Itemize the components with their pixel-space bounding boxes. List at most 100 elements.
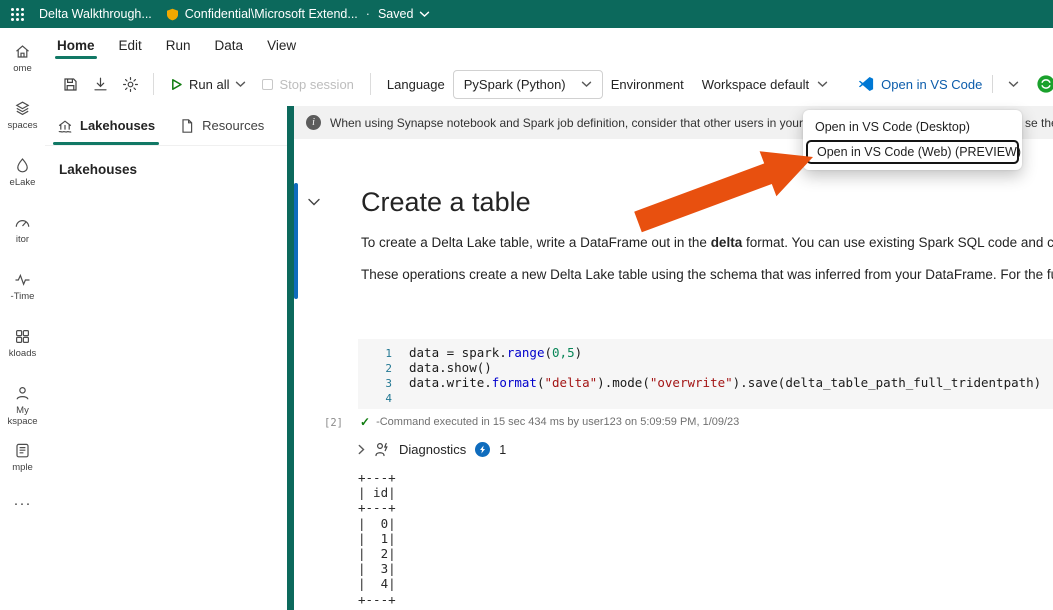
markdown-heading: Create a table bbox=[361, 187, 531, 217]
diagnostics-icon bbox=[375, 442, 388, 457]
code-token: data.show() bbox=[409, 360, 492, 375]
tab-resources-label: Resources bbox=[202, 118, 265, 133]
chevron-down-icon bbox=[420, 11, 430, 17]
menu-tab-data[interactable]: Data bbox=[203, 31, 256, 62]
code-line: 3 data.write.format("delta").mode("overwr… bbox=[358, 375, 1053, 390]
menu-tab-home[interactable]: Home bbox=[45, 31, 107, 62]
notebook-title[interactable]: Delta Walkthrough... bbox=[39, 7, 152, 21]
save-button[interactable] bbox=[55, 69, 85, 99]
environment-select[interactable]: Workspace default bbox=[692, 77, 838, 92]
diagnostics-count: 1 bbox=[499, 442, 507, 457]
monitor-gauge-icon bbox=[15, 220, 30, 227]
panel-heading: Lakehouses bbox=[59, 162, 138, 177]
open-in-vscode-label: Open in VS Code bbox=[881, 76, 983, 92]
sensitivity-label-text[interactable]: Confidential\Microsoft Extend... bbox=[185, 7, 358, 21]
sidebar-item-home[interactable]: ome bbox=[0, 38, 45, 95]
sidebar-item-monitor[interactable]: itor bbox=[0, 209, 45, 266]
execution-status-row: [2] ✓ -Command executed in 15 sec 434 ms… bbox=[294, 415, 1053, 431]
sidebar-item-more[interactable]: ··· bbox=[0, 494, 45, 551]
markdown-paragraph: These operations create a new Delta Lake… bbox=[361, 267, 1053, 282]
line-number: 4 bbox=[385, 392, 392, 405]
sidebar-item-label: kloads bbox=[8, 348, 37, 359]
stop-session-button[interactable]: Stop session bbox=[254, 69, 361, 99]
sidebar-item-onelake[interactable]: eLake bbox=[0, 152, 45, 209]
menu-tab-view[interactable]: View bbox=[255, 31, 308, 62]
vscode-dropdown-toggle[interactable] bbox=[1003, 77, 1024, 92]
sidebar-item-workloads[interactable]: kloads bbox=[0, 323, 45, 380]
chevron-down-icon bbox=[1009, 81, 1019, 87]
line-number: 2 bbox=[385, 362, 392, 375]
notebook-toolbar: Run all Stop session Language PySpark (P… bbox=[45, 62, 1053, 106]
tab-lakehouses-label: Lakehouses bbox=[80, 118, 156, 133]
code-line: 1 data = spark.range(0,5) bbox=[358, 345, 1053, 360]
home-icon bbox=[16, 45, 29, 58]
toolbar-divider bbox=[369, 73, 371, 95]
language-value: PySpark (Python) bbox=[463, 76, 566, 92]
sidebar-item-label: spaces bbox=[7, 120, 38, 131]
separator-dot: · bbox=[365, 7, 370, 21]
run-all-button[interactable]: Run all bbox=[162, 69, 254, 99]
code-token: data.write. bbox=[409, 375, 492, 390]
export-button[interactable] bbox=[85, 69, 115, 99]
diagnostics-row[interactable]: Diagnostics 1 bbox=[358, 442, 1053, 457]
chevron-down-icon bbox=[236, 81, 246, 87]
paragraph-text: format. You can use existing Spark SQL c… bbox=[742, 235, 1053, 250]
download-icon bbox=[93, 77, 107, 90]
paragraph-text: To create a Delta Lake table, write a Da… bbox=[361, 235, 711, 250]
panel-divider bbox=[287, 106, 294, 610]
explorer-panel: Lakehouses Resources « Lakehouses bbox=[45, 106, 299, 610]
code-token: "delta" bbox=[544, 375, 598, 390]
markdown-paragraph: To create a Delta Lake table, write a Da… bbox=[361, 234, 1053, 251]
open-in-vscode-button[interactable]: Open in VS Code bbox=[852, 69, 1030, 99]
notebook-icon bbox=[16, 443, 29, 458]
save-status-button[interactable]: Saved bbox=[378, 7, 430, 21]
line-number: 3 bbox=[385, 377, 392, 390]
code-token: range bbox=[506, 345, 545, 360]
code-token: "overwrite" bbox=[649, 375, 733, 390]
cell-selection-indicator bbox=[294, 183, 298, 299]
workloads-grid-icon bbox=[15, 329, 29, 343]
settings-gear-icon bbox=[122, 76, 138, 92]
stop-square-icon bbox=[262, 78, 274, 90]
chevron-down-icon bbox=[817, 81, 828, 87]
sidebar-item-notebook-sample[interactable]: mple bbox=[0, 437, 45, 494]
menu-tab-edit[interactable]: Edit bbox=[107, 31, 154, 62]
menu-item-open-vscode-web[interactable]: Open in VS Code (Web) (PREVIEW) bbox=[806, 140, 1021, 164]
cell-collapse-button[interactable] bbox=[307, 194, 321, 209]
save-status-text: Saved bbox=[377, 7, 414, 21]
sidebar-item-label: -Time bbox=[10, 291, 35, 302]
stop-session-label: Stop session bbox=[279, 76, 354, 92]
language-select[interactable]: PySpark (Python) bbox=[452, 69, 603, 99]
sidebar-item-label: eLake bbox=[9, 177, 36, 188]
sidebar-item-workspaces[interactable]: spaces bbox=[0, 95, 45, 152]
code-cell[interactable]: 1 data = spark.range(0,5) 2 data.show() 3 d… bbox=[358, 339, 1053, 409]
diagnostics-badge-icon bbox=[475, 442, 491, 457]
tab-lakehouses[interactable]: Lakehouses bbox=[45, 106, 167, 145]
code-token: ) bbox=[574, 345, 583, 360]
line-number: 1 bbox=[385, 347, 392, 360]
code-token: data = spark. bbox=[409, 345, 507, 360]
realtime-pulse-icon bbox=[15, 273, 30, 286]
menu-item-open-vscode-desktop[interactable]: Open in VS Code (Desktop) bbox=[803, 115, 1022, 139]
environment-label: Environment bbox=[610, 76, 684, 92]
cell-output: +---+ | id| +---+ | 0| | 1| | 2| | 3| | … bbox=[358, 470, 396, 607]
menu-tab-run[interactable]: Run bbox=[154, 31, 203, 62]
workspaces-icon bbox=[15, 101, 30, 116]
code-line: 2 data.show() bbox=[358, 360, 1053, 375]
play-icon bbox=[172, 78, 182, 90]
tab-resources[interactable]: Resources bbox=[167, 106, 276, 145]
vscode-dropdown-menu: Open in VS Code (Desktop) Open in VS Cod… bbox=[803, 110, 1022, 170]
info-icon: i bbox=[306, 115, 321, 130]
person-icon bbox=[16, 387, 29, 400]
settings-button[interactable] bbox=[115, 69, 145, 99]
sidebar-item-my-workspace[interactable]: My kspace bbox=[0, 380, 45, 437]
execution-status-text: -Command executed in 15 sec 434 ms by us… bbox=[376, 416, 740, 428]
sensitivity-label-icon bbox=[166, 8, 179, 21]
chevron-down-icon bbox=[581, 81, 591, 87]
session-status-icon[interactable] bbox=[1036, 74, 1053, 94]
more-ellipsis-icon: ··· bbox=[13, 495, 32, 512]
success-check-icon: ✓ bbox=[360, 415, 371, 429]
banner-text: When using Synapse notebook and Spark jo… bbox=[330, 115, 872, 130]
sidebar-item-realtime[interactable]: -Time bbox=[0, 266, 45, 323]
app-launcher-icon[interactable] bbox=[10, 7, 25, 22]
